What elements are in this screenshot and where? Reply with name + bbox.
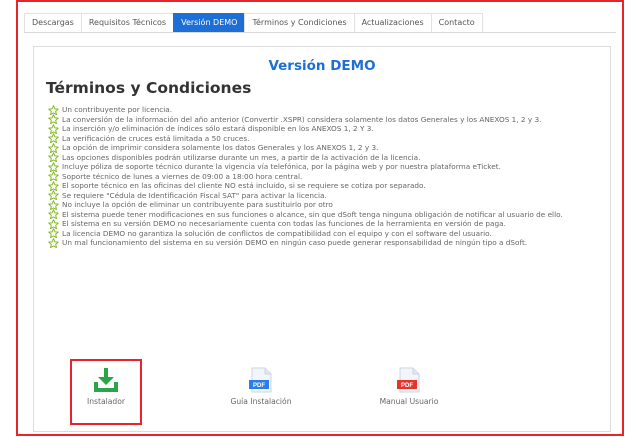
term-text: No incluye la opción de eliminar un cont… — [62, 200, 333, 209]
star-icon — [48, 104, 60, 115]
term-text: La conversión de la información del año … — [62, 114, 542, 124]
term-item: El sistema puede tener modificaciones en… — [48, 209, 606, 219]
downloads-row: Instalador PDF Guía Instalación PDF Manu… — [70, 359, 470, 429]
star-icon — [48, 218, 60, 229]
star-icon — [48, 237, 60, 248]
term-item: Incluye póliza de soporte técnico durant… — [48, 161, 606, 172]
term-text: Las opciones disponibles podrán utilizar… — [62, 152, 421, 162]
term-text: Soporte técnico de lunes a viernes de 09… — [62, 171, 303, 181]
star-icon — [48, 114, 60, 124]
term-text: La opción de imprimir considera solament… — [62, 143, 379, 152]
pdf-badge: PDF — [253, 383, 265, 389]
star-icon — [48, 199, 60, 210]
term-text: La verificación de cruces está limitada … — [62, 133, 250, 143]
manual-label[interactable]: Manual Usuario — [364, 397, 454, 406]
star-icon — [48, 133, 60, 143]
term-item: Se requiere "Cédula de Identificación Fi… — [48, 190, 606, 200]
term-text: Un mal funcionamiento del sistema en su … — [62, 238, 528, 247]
star-icon — [48, 161, 60, 172]
star-icon — [48, 228, 60, 238]
term-item: El soporte técnico en las oficinas del c… — [48, 180, 606, 191]
term-item: La verificación de cruces está limitada … — [48, 133, 606, 143]
star-icon — [48, 171, 60, 181]
tab-actualizaciones[interactable]: Actualizaciones — [353, 13, 432, 32]
term-text: El sistema en su versión DEMO no necesar… — [62, 219, 506, 228]
term-text: Un contribuyente por licencia. — [62, 105, 173, 114]
pdf-icon[interactable]: PDF — [397, 367, 421, 393]
tab-version-demo[interactable]: Versión DEMO — [173, 13, 246, 32]
pdf-icon[interactable]: PDF — [249, 367, 273, 393]
tab-bar: Descargas Requisitos Técnicos Versión DE… — [24, 13, 616, 33]
term-item: La opción de imprimir considera solament… — [48, 142, 606, 153]
demo-panel: Versión DEMO Términos y Condiciones Un c… — [33, 46, 611, 432]
term-text: La inserción y/o eliminación de índices … — [62, 124, 374, 133]
star-icon — [48, 152, 60, 162]
term-text: El sistema puede tener modificaciones en… — [62, 209, 563, 219]
pdf-badge: PDF — [401, 383, 413, 389]
manual-download[interactable]: PDF Manual Usuario — [364, 359, 454, 406]
term-item: La conversión de la información del año … — [48, 114, 606, 124]
tab-descargas[interactable]: Descargas — [24, 13, 82, 32]
term-item: Soporte técnico de lunes a viernes de 09… — [48, 171, 606, 181]
term-item: Un contribuyente por licencia. — [48, 104, 606, 115]
terms-list: Un contribuyente por licencia. La convers… — [48, 104, 606, 248]
terms-heading: Términos y Condiciones — [46, 79, 252, 97]
installer-download[interactable]: Instalador — [70, 359, 142, 425]
tab-requisitos-tecnicos[interactable]: Requisitos Técnicos — [80, 13, 175, 32]
term-text: Incluye póliza de soporte técnico durant… — [62, 162, 501, 171]
star-icon — [48, 190, 60, 200]
guide-download[interactable]: PDF Guía Instalación — [216, 359, 306, 406]
star-icon — [48, 142, 60, 153]
term-item: No incluye la opción de eliminar un cont… — [48, 199, 606, 210]
term-item: La inserción y/o eliminación de índices … — [48, 123, 606, 134]
tab-contacto[interactable]: Contacto — [430, 13, 483, 32]
term-text: El soporte técnico en las oficinas del c… — [62, 181, 426, 190]
star-icon — [48, 180, 60, 191]
panel-title: Versión DEMO — [268, 58, 376, 74]
term-text: La licencia DEMO no garantiza la solució… — [62, 228, 492, 238]
tab-terminos-condiciones[interactable]: Términos y Condiciones — [244, 13, 355, 32]
term-item: Las opciones disponibles podrán utilizar… — [48, 152, 606, 162]
installer-highlight — [70, 359, 142, 425]
term-item: La licencia DEMO no garantiza la solució… — [48, 228, 606, 238]
term-item: Un mal funcionamiento del sistema en su … — [48, 237, 606, 248]
guide-label[interactable]: Guía Instalación — [216, 397, 306, 406]
star-icon — [48, 123, 60, 134]
term-text: Se requiere "Cédula de Identificación Fi… — [62, 190, 327, 200]
term-item: El sistema en su versión DEMO no necesar… — [48, 218, 606, 229]
star-icon — [48, 209, 60, 219]
